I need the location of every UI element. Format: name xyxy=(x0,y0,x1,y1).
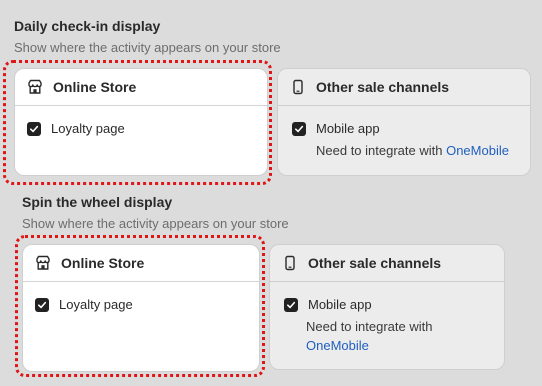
check-icon xyxy=(287,301,296,308)
daily-other-channels-title: Other sale channels xyxy=(316,79,450,95)
smartphone-icon xyxy=(290,79,306,95)
daily-integration-note: Need to integrate with OneMobile xyxy=(316,141,509,160)
spin-section-desc: Show where the activity appears on your … xyxy=(22,216,289,231)
spin-online-store-card: Online Store Loyalty page xyxy=(22,244,260,372)
spin-online-store-title: Online Store xyxy=(61,255,145,271)
smartphone-icon xyxy=(282,255,298,271)
daily-onemobile-link[interactable]: OneMobile xyxy=(446,143,509,158)
check-icon xyxy=(30,125,39,132)
spin-other-channels-header: Other sale channels xyxy=(270,245,504,282)
store-icon xyxy=(27,79,43,95)
spin-mobile-app-option[interactable]: Mobile app xyxy=(284,297,372,312)
spin-loyalty-page-label: Loyalty page xyxy=(59,297,133,312)
daily-mobile-app-option[interactable]: Mobile app xyxy=(292,121,380,136)
spin-other-channels-title: Other sale channels xyxy=(308,255,442,271)
daily-loyalty-page-option[interactable]: Loyalty page xyxy=(27,121,125,136)
daily-mobile-app-checkbox[interactable] xyxy=(292,121,306,136)
daily-other-channels-header: Other sale channels xyxy=(278,69,530,106)
spin-loyalty-page-checkbox[interactable] xyxy=(35,297,49,312)
daily-online-store-card: Online Store Loyalty page xyxy=(14,68,268,176)
check-icon xyxy=(38,301,47,308)
check-icon xyxy=(295,125,304,132)
spin-section-title: Spin the wheel display xyxy=(22,194,173,210)
daily-mobile-app-label: Mobile app xyxy=(316,121,380,136)
daily-section-title: Daily check-in display xyxy=(14,18,161,34)
daily-online-store-header: Online Store xyxy=(15,69,267,106)
daily-loyalty-page-label: Loyalty page xyxy=(51,121,125,136)
spin-other-channels-card: Other sale channels Mobile app Need to i… xyxy=(269,244,505,370)
daily-other-channels-card: Other sale channels Mobile app Need to i… xyxy=(277,68,531,176)
spin-integration-note-text: Need to integrate with xyxy=(306,319,433,334)
daily-online-store-title: Online Store xyxy=(53,79,137,95)
spin-loyalty-page-option[interactable]: Loyalty page xyxy=(35,297,133,312)
daily-section-desc: Show where the activity appears on your … xyxy=(14,40,281,55)
spin-integration-note: Need to integrate with OneMobile xyxy=(306,317,486,355)
spin-online-store-header: Online Store xyxy=(23,245,259,282)
store-icon xyxy=(35,255,51,271)
daily-integration-note-text: Need to integrate with xyxy=(316,143,443,158)
spin-onemobile-link[interactable]: OneMobile xyxy=(306,338,369,353)
spin-mobile-app-label: Mobile app xyxy=(308,297,372,312)
daily-loyalty-page-checkbox[interactable] xyxy=(27,121,41,136)
spin-mobile-app-checkbox[interactable] xyxy=(284,297,298,312)
